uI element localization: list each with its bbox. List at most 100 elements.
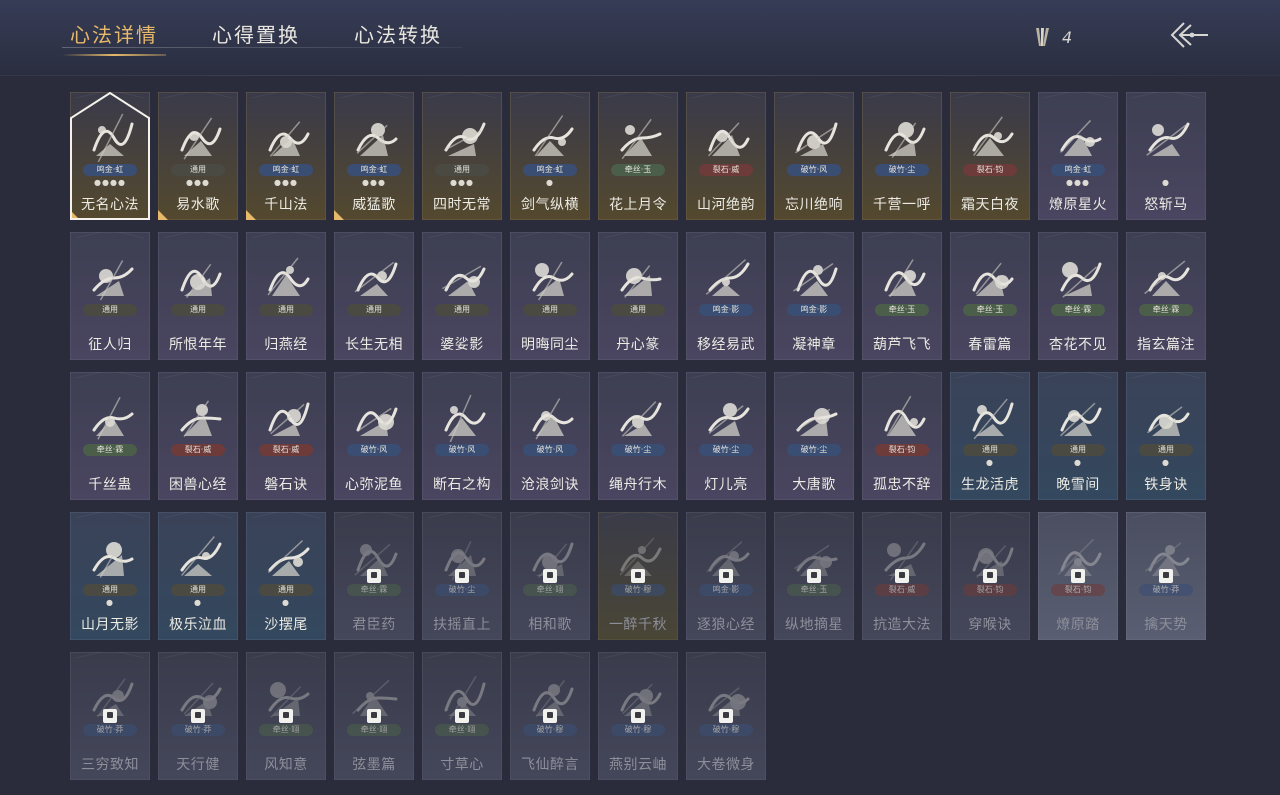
skill-card[interactable]: 通用 丹心篆 xyxy=(598,232,678,360)
skill-card[interactable]: 通用 ● 沙摆尾 xyxy=(246,512,326,640)
skill-card[interactable]: 通用 所恨年年 xyxy=(158,232,238,360)
card-tag: 通用 xyxy=(347,304,401,316)
skill-card[interactable]: 通用 婆娑影 xyxy=(422,232,502,360)
card-name: 燎原星火 xyxy=(1049,197,1107,213)
skill-card[interactable]: 裂石·威 磐石诀 xyxy=(246,372,326,500)
skill-card[interactable]: 裂石·威 抗造大法 xyxy=(862,512,942,640)
skill-card[interactable]: 牵丝·霖 杏花不见 xyxy=(1038,232,1118,360)
skill-card[interactable]: 破竹·尘 灯儿亮 xyxy=(686,372,766,500)
skill-card[interactable]: 裂石·钧 孤忠不辞 xyxy=(862,372,942,500)
skill-card[interactable]: 通用 ● 山月无影 xyxy=(70,512,150,640)
card-tag: 通用 xyxy=(171,164,225,176)
card-tag: 破竹·穆 xyxy=(523,724,577,736)
card-tag: 牵丝·霖 xyxy=(83,444,137,456)
corner-badge-icon xyxy=(246,210,256,220)
back-arrow-icon[interactable] xyxy=(1166,20,1210,50)
card-tag: 通用 xyxy=(963,444,1017,456)
skill-card[interactable]: 通用 长生无相 xyxy=(334,232,414,360)
skill-card[interactable]: 通用 明晦同尘 xyxy=(510,232,590,360)
skill-card[interactable]: 鸣金·虹 ●●●● 无名心法 xyxy=(70,92,150,220)
card-tag: 牵丝·霖 xyxy=(1139,304,1193,316)
skill-card[interactable]: 破竹·穆 燕别云岫 xyxy=(598,652,678,780)
skill-card[interactable]: 通用 ● 铁身诀 xyxy=(1126,372,1206,500)
skill-card[interactable]: 裂石·威 困兽心经 xyxy=(158,372,238,500)
gourd-icon xyxy=(884,259,926,298)
card-tag: 破竹·风 xyxy=(523,444,577,456)
skill-card[interactable]: 裂石·威 山河绝韵 xyxy=(686,92,766,220)
skill-card[interactable]: 牵丝·玉 春雷篇 xyxy=(950,232,1030,360)
skill-card[interactable]: 鸣金·虹 ● 剑气纵横 xyxy=(510,92,590,220)
skill-card[interactable]: 通用 ● 生龙活虎 xyxy=(950,372,1030,500)
skill-card[interactable]: 破竹·尘 大唐歌 xyxy=(774,372,854,500)
skill-card[interactable]: 牵丝·翊 相和歌 xyxy=(510,512,590,640)
skill-card[interactable]: 通用 征人归 xyxy=(70,232,150,360)
card-name: 扶摇直上 xyxy=(433,617,491,633)
skill-card[interactable]: ● 怒斩马 xyxy=(1126,92,1206,220)
card-level-dots: ● xyxy=(1162,178,1170,187)
banner-icon xyxy=(884,122,926,158)
card-name: 燎原踏 xyxy=(1056,617,1100,633)
skill-card[interactable]: 牵丝·翊 寸草心 xyxy=(422,652,502,780)
skill-card[interactable]: 牵丝·玉 葫芦飞飞 xyxy=(862,232,942,360)
skill-card[interactable]: 破竹·穆 一醉千秋 xyxy=(598,512,678,640)
skill-card[interactable]: 裂石·钧 穿喉诀 xyxy=(950,512,1030,640)
horse-icon xyxy=(180,117,222,160)
skill-card[interactable]: 鸣金·虹 ●●● 千山法 xyxy=(246,92,326,220)
skill-card[interactable]: 鸣金·影 逐狼心经 xyxy=(686,512,766,640)
card-tag: 牵丝·霖 xyxy=(1051,304,1105,316)
card-name: 擒天势 xyxy=(1144,617,1188,633)
card-tag: 牵丝·玉 xyxy=(611,164,665,176)
skill-card[interactable]: 牵丝·翊 风知意 xyxy=(246,652,326,780)
card-name: 千山法 xyxy=(264,197,308,213)
spear-icon xyxy=(92,113,134,162)
skill-card[interactable]: 鸣金·虹 ●●● 燎原星火 xyxy=(1038,92,1118,220)
skill-card[interactable]: 破竹·穆 大卷微身 xyxy=(686,652,766,780)
skill-card[interactable]: 鸣金·影 移经易武 xyxy=(686,232,766,360)
card-name: 飞仙醉言 xyxy=(521,757,579,773)
skill-card[interactable]: 破竹·风 沧浪剑诀 xyxy=(510,372,590,500)
skill-card[interactable]: 破竹·风 忘川绝响 xyxy=(774,92,854,220)
skill-card[interactable]: 牵丝·霖 君臣药 xyxy=(334,512,414,640)
skill-card[interactable]: 破竹·尘 绳舟行木 xyxy=(598,372,678,500)
dagger-icon xyxy=(708,403,750,436)
card-name: 剑气纵横 xyxy=(521,197,579,213)
currency-display: 4 xyxy=(1032,26,1072,48)
skill-card[interactable]: 破竹·尘 千营一呼 xyxy=(862,92,942,220)
skill-card[interactable]: 牵丝·玉 纵地摘星 xyxy=(774,512,854,640)
skill-card[interactable]: 破竹·尘 扶摇直上 xyxy=(422,512,502,640)
skill-card[interactable]: 破竹·莽 三穷致知 xyxy=(70,652,150,780)
skill-card[interactable]: 通用 归燕经 xyxy=(246,232,326,360)
skill-card[interactable]: 鸣金·影 凝神章 xyxy=(774,232,854,360)
skill-card[interactable]: 破竹·莽 天行健 xyxy=(158,652,238,780)
skill-card[interactable]: 通用 ● 极乐泣血 xyxy=(158,512,238,640)
skill-card[interactable]: 牵丝·霖 指玄篇注 xyxy=(1126,232,1206,360)
skill-card[interactable]: 通用 ●●● 易水歌 xyxy=(158,92,238,220)
skill-card[interactable]: 破竹·风 心弥泥鱼 xyxy=(334,372,414,500)
card-name: 婆娑影 xyxy=(440,337,484,353)
skill-card[interactable]: 牵丝·翊 弦墨篇 xyxy=(334,652,414,780)
skill-card[interactable]: 通用 ●●● 四时无常 xyxy=(422,92,502,220)
skill-card[interactable]: 牵丝·霖 千丝蛊 xyxy=(70,372,150,500)
card-tag: 破竹·尘 xyxy=(435,584,489,596)
landscape-icon xyxy=(708,122,750,157)
lock-icon xyxy=(543,709,557,723)
skill-card[interactable]: 通用 ● 晚雪间 xyxy=(1038,372,1118,500)
card-tag: 裂石·威 xyxy=(259,444,313,456)
card-name: 山月无影 xyxy=(81,617,139,633)
card-level-dots: ●●● xyxy=(186,178,210,187)
lock-icon xyxy=(807,569,821,583)
lock-icon xyxy=(455,569,469,583)
skill-card[interactable]: 裂石·钧 燎原踏 xyxy=(1038,512,1118,640)
skill-card[interactable]: 破竹·风 断石之构 xyxy=(422,372,502,500)
card-name: 威猛歌 xyxy=(352,197,396,213)
seal-icon xyxy=(620,265,662,298)
card-name: 晚雪间 xyxy=(1056,477,1100,493)
card-tag: 破竹·尘 xyxy=(611,444,665,456)
skill-card[interactable]: 牵丝·玉 花上月令 xyxy=(598,92,678,220)
sword-icon xyxy=(532,115,574,157)
skill-card[interactable]: 破竹·莽 擒天势 xyxy=(1126,512,1206,640)
skill-card[interactable]: 裂石·钧 霜天白夜 xyxy=(950,92,1030,220)
card-name: 指玄篇注 xyxy=(1137,337,1195,353)
skill-card[interactable]: 鸣金·虹 ●●● 威猛歌 xyxy=(334,92,414,220)
skill-card[interactable]: 破竹·穆 飞仙醉言 xyxy=(510,652,590,780)
